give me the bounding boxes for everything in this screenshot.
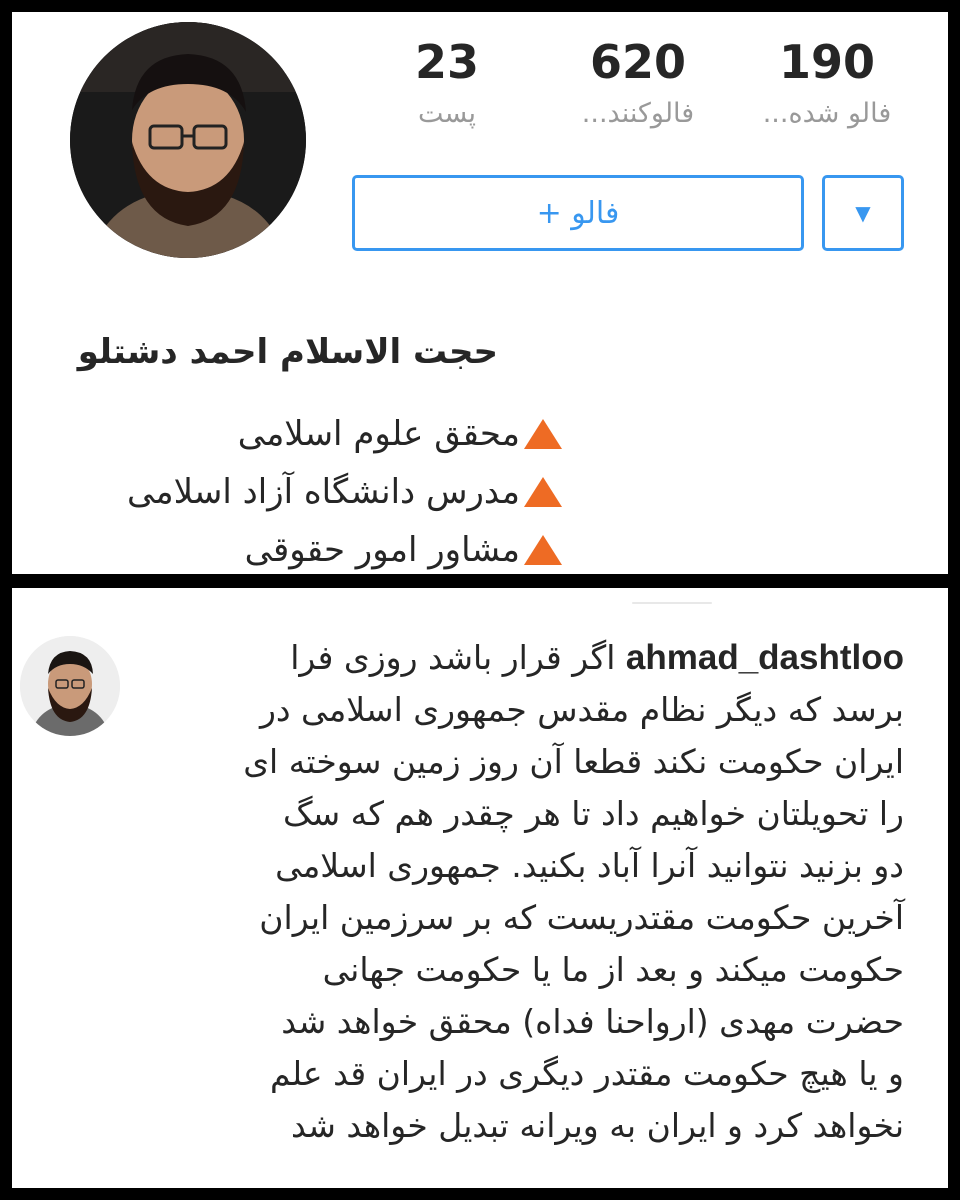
caret-down-icon: ▼	[855, 201, 871, 225]
triangle-bullet-icon	[524, 477, 562, 507]
profile-avatar[interactable]	[70, 22, 306, 258]
commenter-photo	[20, 636, 120, 736]
comment-line: ایران حکومت نکند قطعا آن روز زمین سوخته …	[243, 742, 904, 781]
bio-line: مدرس دانشگاه آزاد اسلامی	[127, 472, 562, 512]
posts-label: پست	[417, 98, 477, 129]
followers-label: فالوکنند...	[581, 98, 695, 129]
comment-line: دو بزنید نتوانید آنرا آباد بکنید. جمهوری…	[275, 846, 904, 885]
followers-stat[interactable]: 620 فالوکنند...	[558, 32, 718, 136]
profile-name: حجت الاسلام احمد دشتلو	[77, 332, 498, 372]
comment-text: اگر قرار باشد روزی فرا	[290, 638, 616, 677]
comment-line: آخرین حکومت مقتدریست که بر سرزمین ایران	[259, 898, 904, 937]
comment-line: برسد که دیگر نظام مقدس جمهوری اسلامی در	[259, 690, 904, 729]
followers-count: 620	[589, 35, 687, 89]
follow-button[interactable]: فالو +	[352, 175, 804, 251]
comment-line: نخواهد کرد و ایران به ویرانه تبدیل خواهد…	[290, 1106, 904, 1145]
divider	[632, 602, 712, 604]
bio-text: مشاور امور حقوقی	[244, 530, 520, 570]
comment-panel: ahmad_dashtloo اگر قرار باشد روزی فرا بر…	[12, 588, 948, 1188]
posts-stat[interactable]: 23 پست	[372, 32, 522, 136]
profile-photo	[70, 22, 306, 258]
comment-username[interactable]: ahmad_dashtloo	[626, 638, 904, 677]
comment-line: ahmad_dashtloo اگر قرار باشد روزی فرا	[114, 632, 904, 684]
suggestions-dropdown-button[interactable]: ▼	[822, 175, 904, 251]
comment-line: را تحویلتان خواهیم داد تا هر چقدر هم که …	[282, 794, 904, 833]
comment-line: حضرت مهدی (ارواحنا فداه) محقق خواهد شد	[281, 1002, 904, 1041]
bio-text: مدرس دانشگاه آزاد اسلامی	[127, 472, 520, 512]
triangle-bullet-icon	[524, 419, 562, 449]
triangle-bullet-icon	[524, 535, 562, 565]
bio-line: محقق علوم اسلامی	[238, 414, 562, 454]
comment-line: و یا هیچ حکومت مقتدر دیگری در ایران قد ع…	[270, 1054, 904, 1093]
comment-avatar[interactable]	[20, 636, 120, 736]
profile-header-panel: 23 پست 620 فالوکنند... 190 فالو شده... ف…	[12, 12, 948, 574]
following-stat[interactable]: 190 فالو شده...	[742, 32, 912, 136]
comment-line: حکومت میکند و بعد از ما یا حکومت جهانی	[322, 950, 904, 989]
following-count: 190	[778, 35, 876, 89]
comment-body: ahmad_dashtloo اگر قرار باشد روزی فرا بر…	[114, 632, 904, 1152]
posts-count: 23	[414, 35, 479, 89]
bio-line: مشاور امور حقوقی	[245, 530, 562, 570]
following-label: فالو شده...	[762, 98, 892, 129]
bio-text: محقق علوم اسلامی	[237, 414, 520, 454]
